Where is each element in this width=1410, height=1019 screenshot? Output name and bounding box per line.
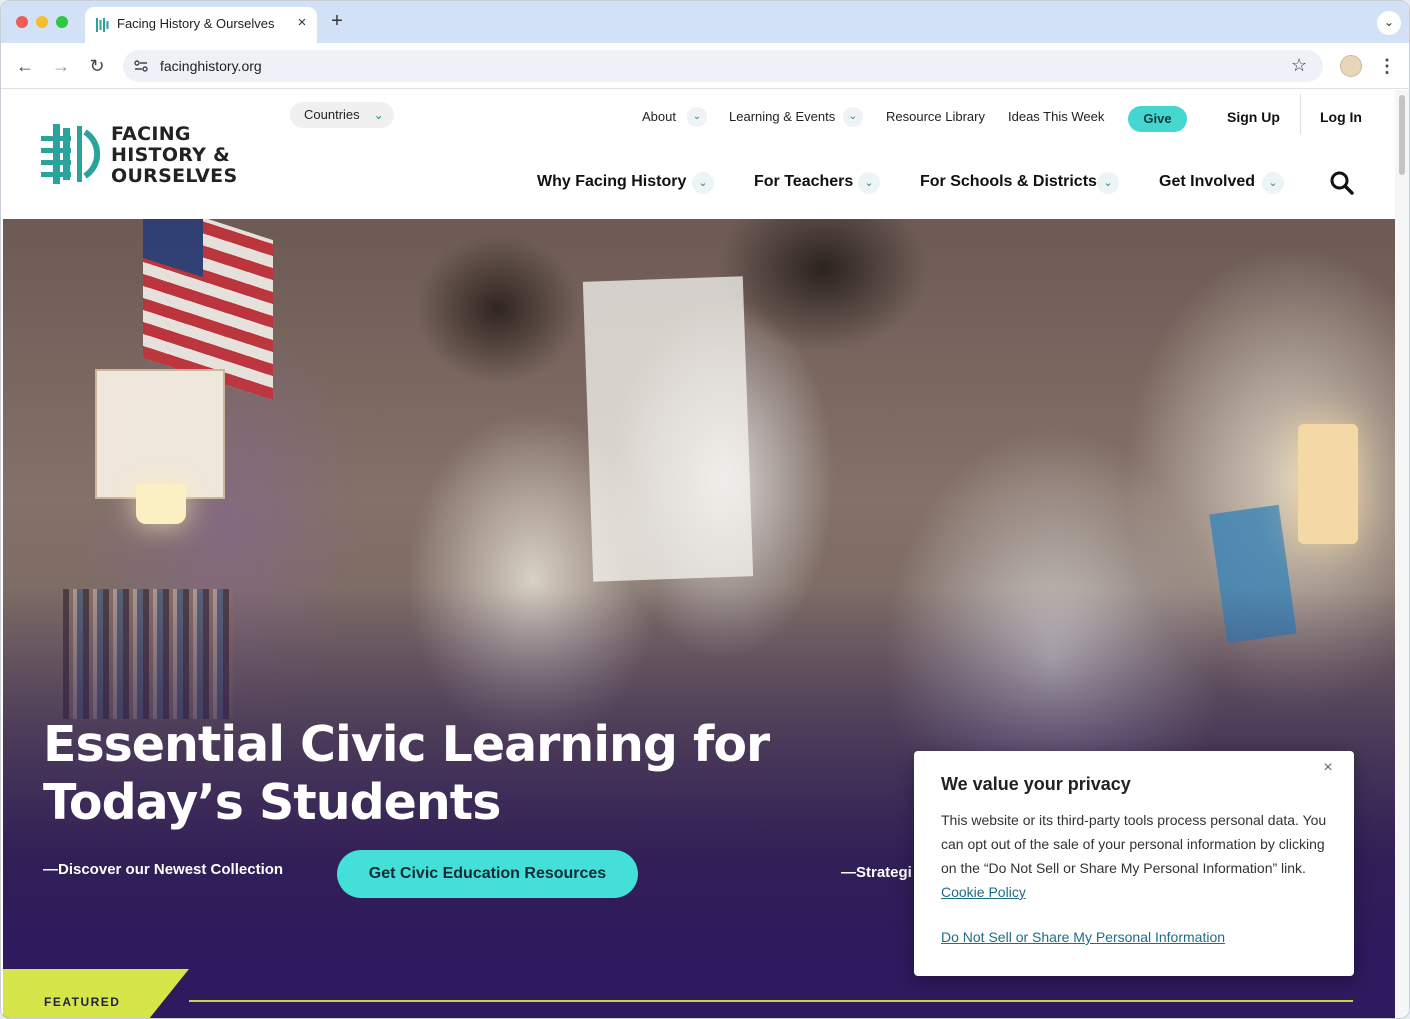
- close-icon[interactable]: ×: [1317, 757, 1339, 779]
- privacy-body-text: This website or its third-party tools pr…: [941, 812, 1327, 876]
- tab-search-chevron-icon[interactable]: ⌄: [1377, 11, 1401, 35]
- sign-up-link[interactable]: Sign Up: [1227, 109, 1280, 125]
- nav-about[interactable]: About: [642, 109, 676, 124]
- countries-dropdown[interactable]: Countries ⌄: [290, 102, 394, 128]
- countries-label: Countries: [304, 107, 360, 122]
- new-tab-button[interactable]: +: [327, 11, 347, 31]
- address-bar[interactable]: facinghistory.org ☆: [123, 50, 1323, 82]
- nav-get-involved[interactable]: Get Involved: [1159, 173, 1255, 191]
- url-text[interactable]: facinghistory.org: [160, 58, 262, 74]
- chevron-down-icon[interactable]: ⌄: [858, 172, 880, 194]
- nav-ideas-this-week[interactable]: Ideas This Week: [1008, 109, 1104, 124]
- forward-arrow-icon[interactable]: →: [50, 55, 72, 77]
- tab-title: Facing History & Ourselves: [117, 16, 275, 31]
- tab-close-icon[interactable]: ×: [293, 14, 311, 31]
- profile-avatar[interactable]: [1340, 55, 1362, 77]
- give-button[interactable]: Give: [1128, 106, 1187, 132]
- privacy-body: This website or its third-party tools pr…: [941, 808, 1336, 904]
- browser-toolbar: ← → ↻ facinghistory.org ☆ ⋮: [1, 43, 1409, 89]
- browser-menu-icon[interactable]: ⋮: [1377, 55, 1397, 77]
- window-maximize-button[interactable]: [56, 16, 68, 28]
- chevron-down-icon[interactable]: ⌄: [843, 107, 863, 127]
- site-info-icon[interactable]: [133, 58, 149, 74]
- featured-label: FEATURED: [44, 995, 121, 1009]
- nav-resource-library[interactable]: Resource Library: [886, 109, 985, 124]
- nav-learning-events[interactable]: Learning & Events: [729, 109, 835, 124]
- facing-history-favicon-icon: [96, 18, 109, 32]
- bookmark-star-icon[interactable]: ☆: [1291, 55, 1307, 76]
- privacy-dialog: × We value your privacy This website or …: [914, 751, 1354, 976]
- site-header: FACING HISTORY & OURSELVES Countries ⌄ A…: [3, 90, 1395, 219]
- search-icon[interactable]: [1329, 170, 1355, 196]
- chevron-down-icon[interactable]: ⌄: [687, 107, 707, 127]
- get-civic-resources-button[interactable]: Get Civic Education Resources: [337, 850, 638, 898]
- window-close-button[interactable]: [16, 16, 28, 28]
- privacy-title: We value your privacy: [941, 774, 1131, 794]
- browser-tab[interactable]: Facing History & Ourselves ×: [85, 7, 317, 43]
- chevron-down-icon[interactable]: ⌄: [692, 172, 714, 194]
- hero-discover-text[interactable]: —Discover our Newest Collection: [43, 861, 283, 878]
- nav-why-facing-history[interactable]: Why Facing History: [537, 173, 686, 191]
- hero-title: Essential Civic Learning for Today’s Stu…: [43, 716, 770, 831]
- log-in-link[interactable]: Log In: [1320, 109, 1362, 125]
- browser-window: Facing History & Ourselves × + ⌄ ← → ↻ f…: [0, 0, 1410, 1019]
- hero-secondary-text[interactable]: —Strategi: [841, 864, 912, 881]
- back-arrow-icon[interactable]: ←: [14, 55, 36, 77]
- logo-line: OURSELVES: [111, 165, 238, 187]
- do-not-sell-link[interactable]: Do Not Sell or Share My Personal Informa…: [941, 929, 1225, 945]
- tab-strip: Facing History & Ourselves × + ⌄: [1, 1, 1409, 43]
- site-logo-wordmark[interactable]: FACING HISTORY & OURSELVES: [111, 124, 237, 187]
- cookie-policy-link[interactable]: Cookie Policy: [941, 884, 1026, 900]
- header-divider: [1300, 94, 1301, 134]
- chevron-down-icon: ⌄: [373, 108, 384, 122]
- logo-line: HISTORY &: [111, 144, 231, 166]
- scrollbar-thumb[interactable]: [1399, 95, 1405, 175]
- featured-divider: [189, 1000, 1353, 1002]
- page-scrollbar[interactable]: [1395, 90, 1409, 1018]
- nav-for-teachers[interactable]: For Teachers: [754, 173, 853, 191]
- chevron-down-icon[interactable]: ⌄: [1262, 172, 1284, 194]
- logo-line: FACING: [111, 123, 191, 145]
- window-minimize-button[interactable]: [36, 16, 48, 28]
- nav-for-schools-districts[interactable]: For Schools & Districts: [920, 173, 1097, 191]
- facing-history-logo-icon[interactable]: [41, 122, 105, 186]
- reload-icon[interactable]: ↻: [86, 55, 108, 77]
- chevron-down-icon[interactable]: ⌄: [1097, 172, 1119, 194]
